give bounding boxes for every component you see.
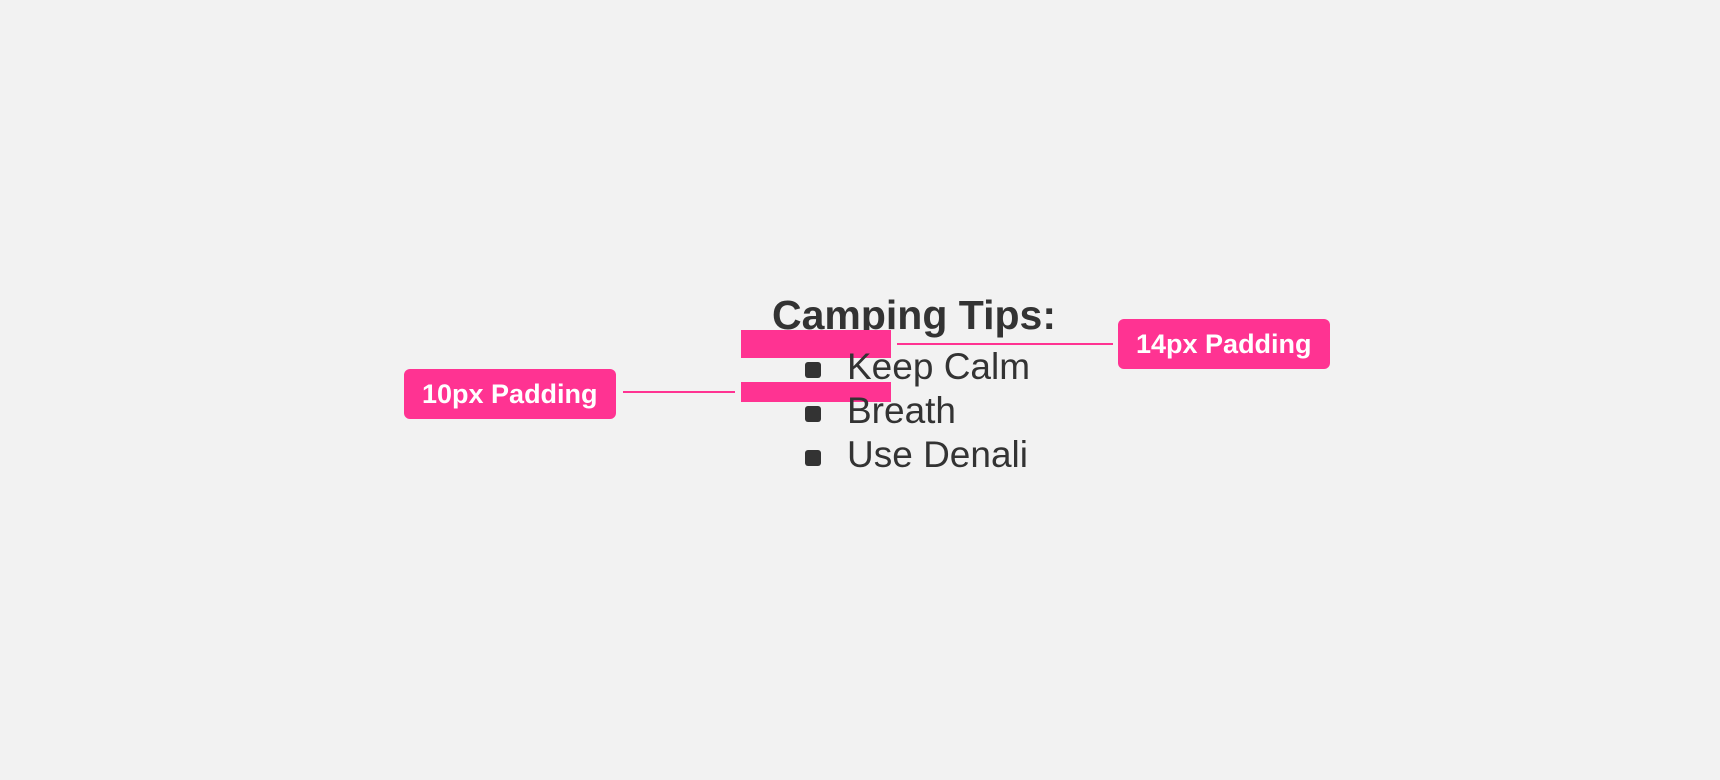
top-padding-callout: 14px Padding: [1118, 319, 1330, 369]
list-item-label: Use Denali: [847, 434, 1028, 475]
square-bullet-icon: [805, 450, 821, 466]
bottom-padding-connector-line: [623, 391, 735, 393]
list-item-label: Keep Calm: [847, 346, 1031, 387]
top-padding-connector-line: [897, 343, 1113, 345]
square-bullet-icon: [805, 406, 821, 422]
list-item-label: Breath: [847, 390, 957, 431]
square-bullet-icon: [805, 362, 821, 378]
bottom-padding-callout: 10px Padding: [404, 369, 616, 419]
